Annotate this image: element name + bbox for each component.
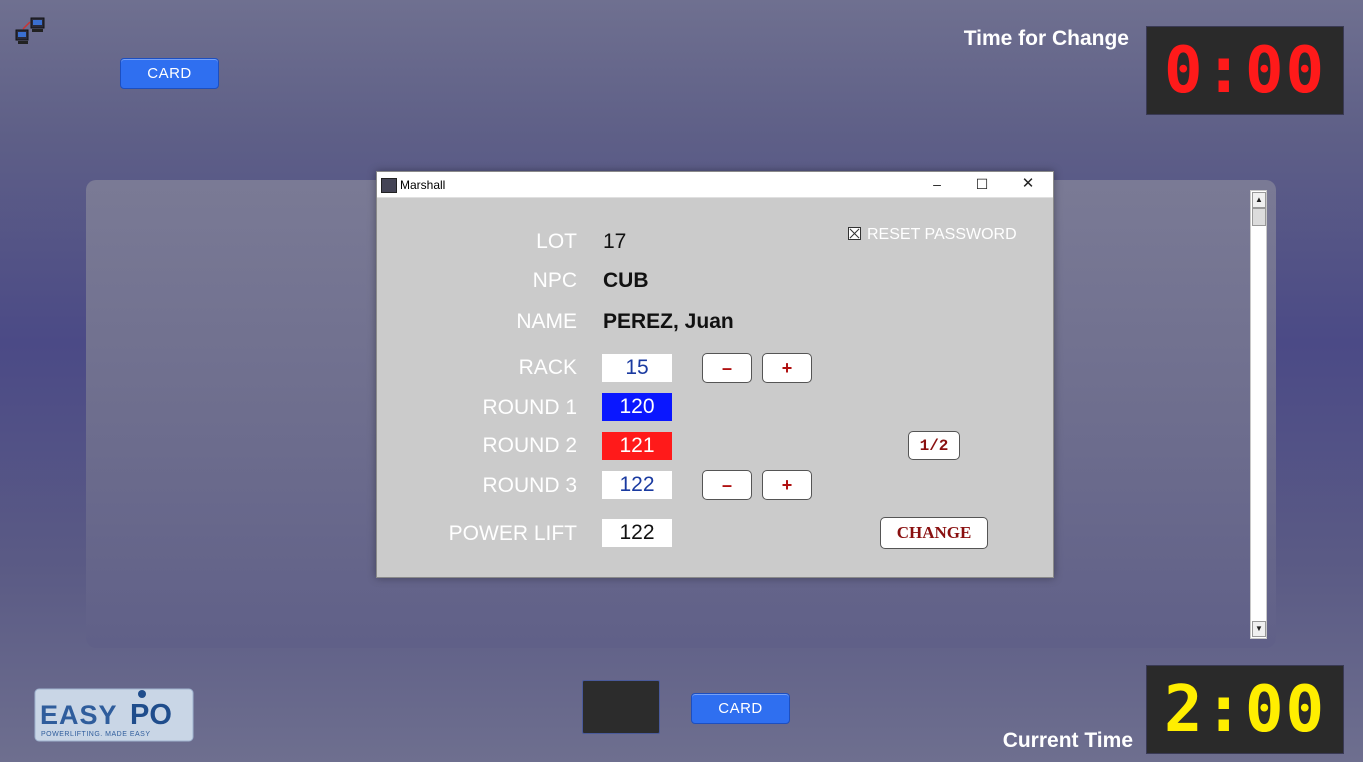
rack-label: RACK xyxy=(518,356,577,379)
round3-label: ROUND 3 xyxy=(482,474,577,497)
app-icon xyxy=(381,178,397,193)
svg-text:POWERLIFTING. MADE EASY: POWERLIFTING. MADE EASY xyxy=(41,731,151,738)
card-button-bottom[interactable]: CARD xyxy=(691,693,790,724)
svg-text:PO: PO xyxy=(130,699,172,731)
dialog-title: Marshall xyxy=(400,178,446,192)
current-time-label: Current Time xyxy=(1002,729,1133,752)
round3-plus-button[interactable]: + xyxy=(762,470,812,500)
round2-label: ROUND 2 xyxy=(482,434,577,457)
network-computers-icon[interactable] xyxy=(14,16,48,46)
power-lift-label: POWER LIFT xyxy=(448,522,577,545)
time-for-change-clock: 0:00 xyxy=(1146,26,1344,115)
checkbox-icon[interactable] xyxy=(848,227,861,240)
reset-password-label: RESET PASSWORD xyxy=(867,226,1017,243)
rack-minus-button[interactable]: – xyxy=(702,353,752,383)
dialog-titlebar[interactable]: Marshall – ☐ ✕ xyxy=(377,172,1053,198)
half-button[interactable]: 1/2 xyxy=(908,431,960,460)
lot-label: LOT xyxy=(536,230,577,253)
name-value: PEREZ, Juan xyxy=(603,310,734,333)
main-panel-scrollbar[interactable]: ▲ ▼ xyxy=(1250,190,1267,639)
npc-label: NPC xyxy=(532,269,577,292)
name-label: NAME xyxy=(516,310,577,333)
change-button[interactable]: CHANGE xyxy=(880,517,988,549)
current-time-clock: 2:00 xyxy=(1146,665,1344,754)
rack-plus-button[interactable]: + xyxy=(762,353,812,383)
scroll-down-icon[interactable]: ▼ xyxy=(1252,621,1266,637)
svg-text:EASY: EASY xyxy=(40,700,118,730)
attempt-indicator-box xyxy=(582,680,660,734)
close-icon[interactable]: ✕ xyxy=(1008,174,1048,194)
easypo-logo: EASY PO POWERLIFTING. MADE EASY xyxy=(34,688,194,742)
lot-value: 17 xyxy=(603,230,627,253)
time-for-change-label: Time for Change xyxy=(963,27,1129,50)
round3-minus-button[interactable]: – xyxy=(702,470,752,500)
round1-value: 120 xyxy=(602,393,672,421)
rack-value: 15 xyxy=(602,354,672,382)
round2-value: 121 xyxy=(602,432,672,460)
scroll-up-icon[interactable]: ▲ xyxy=(1252,192,1266,208)
marshall-dialog: Marshall – ☐ ✕ RESET PASSWORD LOT 17 NPC… xyxy=(376,171,1054,578)
round3-value: 122 xyxy=(602,471,672,499)
card-button-top[interactable]: CARD xyxy=(120,58,219,89)
npc-value: CUB xyxy=(603,269,649,292)
maximize-icon[interactable]: ☐ xyxy=(962,174,1002,194)
power-lift-value: 122 xyxy=(602,519,672,547)
reset-password-checkbox[interactable]: RESET PASSWORD xyxy=(848,226,1017,244)
scroll-thumb[interactable] xyxy=(1252,208,1266,226)
minimize-icon[interactable]: – xyxy=(917,174,957,194)
round1-label: ROUND 1 xyxy=(482,396,577,419)
